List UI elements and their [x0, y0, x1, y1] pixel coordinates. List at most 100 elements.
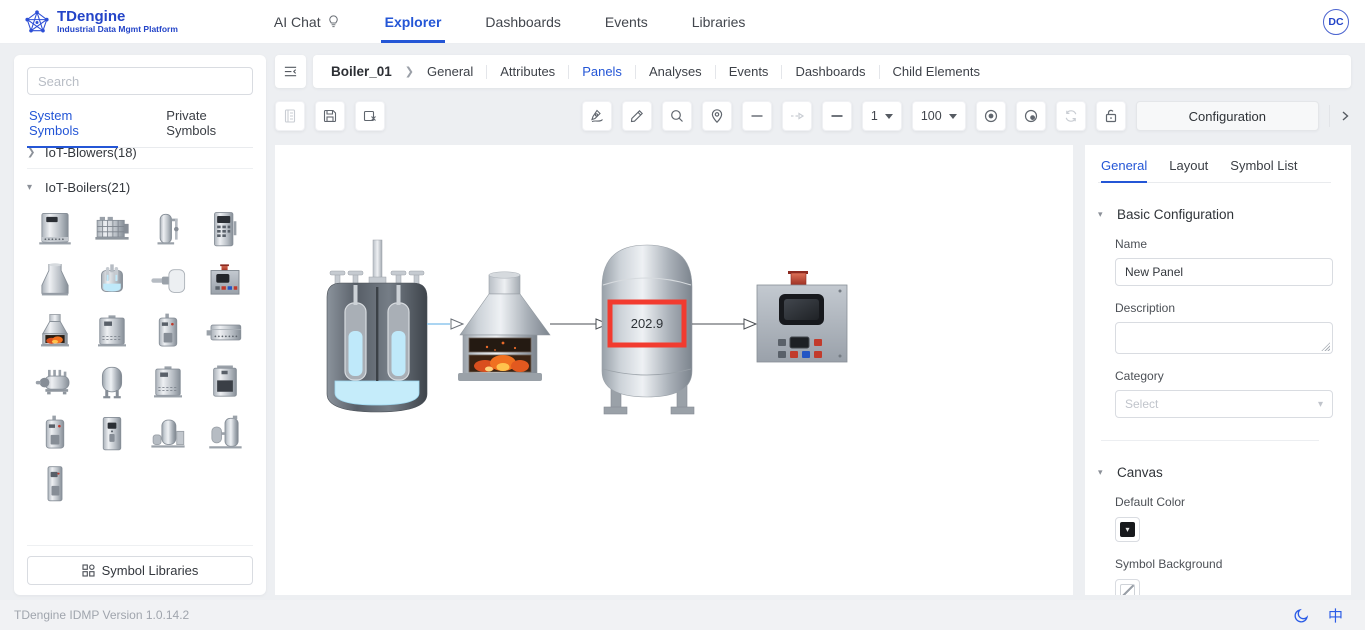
symbol-thumb-boiler-cabinet[interactable]: [31, 207, 79, 253]
sensor-value: 202.9: [631, 316, 664, 331]
tab-system-symbols[interactable]: System Symbols: [27, 108, 119, 148]
panel-list-button[interactable]: [275, 101, 305, 131]
symbol-thumb-electric-cabinet[interactable]: [88, 309, 136, 355]
user-avatar[interactable]: DC: [1323, 9, 1349, 35]
symbol-thumb-door-panel[interactable]: [88, 411, 136, 457]
vertical-boiler-icon: [159, 313, 178, 347]
symbol-thumb-vertical-boiler[interactable]: [144, 309, 192, 355]
description-label: Description: [1115, 301, 1176, 315]
symbol-thumb-vented-cabinet[interactable]: [144, 360, 192, 406]
configuration-button[interactable]: Configuration: [1135, 101, 1319, 131]
color-swatch-dark: ▾: [1120, 522, 1135, 537]
tdengine-logo-icon: [25, 9, 49, 33]
symbol-thumb-control-box[interactable]: [201, 258, 249, 304]
expand-toolbar-button[interactable]: [1329, 105, 1351, 127]
pressure-tank-icon: [100, 365, 123, 400]
content-column: Boiler_01 ❯ General Attributes Panels An…: [273, 55, 1351, 595]
nav-ai-chat[interactable]: AI Chat: [274, 0, 341, 43]
horizontal-boiler-icon: [35, 369, 70, 395]
symbol-thumb-horizontal-boiler[interactable]: [31, 360, 79, 406]
tall-boiler-icon: [47, 466, 63, 502]
symbol-thumb-boiler-assembly[interactable]: [144, 411, 192, 457]
refresh-button[interactable]: [1055, 101, 1086, 131]
category-select[interactable]: Select ▾: [1115, 390, 1333, 418]
symbol-thumb-industrial-engine[interactable]: [88, 207, 136, 253]
main-nav: AI Chat Explorer Dashboards Events Libra…: [274, 0, 746, 43]
symbol-thumb-hopper-cabinet[interactable]: [201, 360, 249, 406]
zoom-search-button[interactable]: [661, 101, 692, 131]
symbol-libraries-button[interactable]: Symbol Libraries: [27, 556, 253, 585]
symbol-grid: [27, 207, 253, 508]
default-color-picker[interactable]: ▾: [1115, 517, 1140, 542]
symbol-thumb-slim-boiler[interactable]: [31, 411, 79, 457]
edit-pencil-button[interactable]: [621, 101, 652, 131]
liquid-tank-icon: [100, 263, 123, 292]
symbol-background-picker[interactable]: [1115, 579, 1140, 595]
section-basic-configuration[interactable]: ▾ Basic Configuration: [1098, 207, 1331, 222]
description-field[interactable]: [1115, 322, 1333, 354]
zoom-level-dropdown[interactable]: 100: [911, 101, 966, 131]
tab-attributes[interactable]: Attributes: [500, 64, 555, 79]
tab-child-elements[interactable]: Child Elements: [893, 64, 980, 79]
industrial-engine-icon: [94, 216, 129, 241]
collapse-sidebar-button[interactable]: [275, 55, 306, 88]
tab-private-symbols[interactable]: Private Symbols: [164, 108, 253, 147]
configuration-panel: General Layout Symbol List ▾ Basic Confi…: [1085, 145, 1351, 595]
name-field[interactable]: [1115, 258, 1333, 286]
door-panel-icon: [102, 416, 121, 451]
dark-mode-moon-icon[interactable]: [1294, 607, 1310, 623]
line-width-button[interactable]: [821, 101, 852, 131]
top-navbar: TDengine Industrial Data Mgmt Platform A…: [0, 0, 1365, 44]
tdengine-logo[interactable]: TDengine Industrial Data Mgmt Platform: [24, 9, 178, 35]
page-select-dropdown[interactable]: 1: [861, 101, 902, 131]
unlock-button[interactable]: [1095, 101, 1126, 131]
line-tool-button[interactable]: [741, 101, 772, 131]
inspector-tab-symbol-list[interactable]: Symbol List: [1230, 158, 1297, 182]
reset-view-button[interactable]: [1015, 101, 1046, 131]
caret-down-icon: [884, 113, 893, 119]
symbols-tree[interactable]: ❯ IoT-Blowers(18) ▾ IoT-Boilers(21): [27, 148, 253, 545]
symbol-thumb-liquid-tank[interactable]: [88, 258, 136, 304]
water-tank-symbol: [326, 239, 428, 413]
nav-events[interactable]: Events: [605, 0, 648, 43]
breadcrumb-root[interactable]: Boiler_01: [331, 64, 392, 79]
center-view-button[interactable]: [975, 101, 1006, 131]
group-iot-blowers[interactable]: ❯ IoT-Blowers(18): [27, 148, 253, 163]
panel-canvas[interactable]: 202.9: [275, 145, 1073, 595]
symbol-thumb-horizontal-unit[interactable]: [201, 309, 249, 355]
tab-dashboards[interactable]: Dashboards: [795, 64, 865, 79]
save-button[interactable]: [315, 101, 345, 131]
pressure-vessel-symbol: 202.9: [601, 244, 695, 415]
electric-cabinet-icon: [97, 314, 127, 347]
symbol-thumb-control-cabinet[interactable]: [201, 207, 249, 253]
transparent-swatch: [1120, 584, 1135, 595]
language-toggle-icon[interactable]: 中: [1328, 605, 1343, 626]
nav-libraries[interactable]: Libraries: [692, 0, 746, 43]
slim-boiler-icon: [46, 415, 65, 449]
pen-tool-button[interactable]: [581, 101, 612, 131]
section-canvas[interactable]: ▾ Canvas: [1098, 465, 1331, 480]
tab-events[interactable]: Events: [729, 64, 769, 79]
chevron-down-icon: ▾: [1098, 209, 1103, 219]
symbol-thumb-tank-with-pipe[interactable]: [144, 207, 192, 253]
connector-arrow-button[interactable]: [781, 101, 812, 131]
nav-explorer[interactable]: Explorer: [380, 0, 446, 43]
symbol-thumb-tank-with-side-vessel[interactable]: [201, 411, 249, 457]
symbol-thumb-burner-tool[interactable]: [144, 258, 192, 304]
inspector-tab-general[interactable]: General: [1101, 158, 1148, 183]
tab-analyses[interactable]: Analyses: [649, 64, 702, 79]
symbol-thumb-fired-furnace[interactable]: [31, 309, 79, 355]
locate-pin-button[interactable]: [701, 101, 732, 131]
group-iot-boilers[interactable]: ▾ IoT-Boilers(21): [27, 171, 253, 203]
tab-panels[interactable]: Panels: [582, 64, 622, 79]
symbol-thumb-hopper-vessel[interactable]: [31, 258, 79, 304]
hopper-vessel-icon: [41, 262, 69, 296]
search-input[interactable]: [27, 67, 253, 95]
clear-canvas-button[interactable]: [355, 101, 385, 131]
symbol-thumb-pressure-tank[interactable]: [88, 360, 136, 406]
steam-connector-line-2: [692, 318, 758, 330]
inspector-tab-layout[interactable]: Layout: [1169, 158, 1208, 182]
symbol-thumb-tall-boiler[interactable]: [31, 462, 79, 508]
tab-general[interactable]: General: [427, 64, 473, 79]
nav-dashboards[interactable]: Dashboards: [485, 0, 561, 43]
